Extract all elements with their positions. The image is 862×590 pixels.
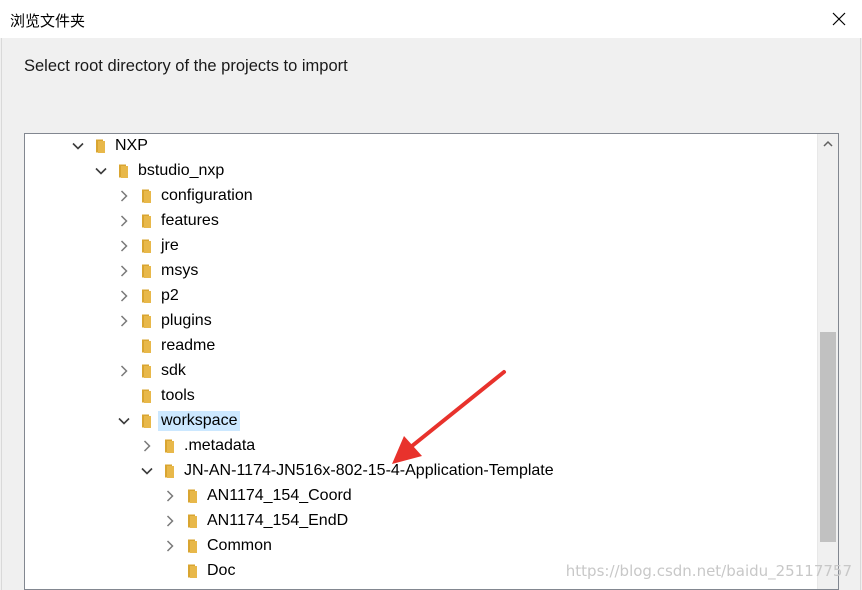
tree-item[interactable]: tools	[25, 384, 817, 409]
folder-icon	[163, 438, 179, 454]
folder-icon	[140, 388, 156, 404]
chevron-up-icon	[823, 140, 833, 147]
tree-item[interactable]: jre	[25, 234, 817, 259]
tree-item[interactable]: sdk	[25, 359, 817, 384]
tree-item[interactable]: p2	[25, 284, 817, 309]
folder-icon	[140, 363, 156, 379]
folder-icon	[94, 138, 110, 154]
chevron-down-icon[interactable]	[116, 413, 132, 429]
chevron-right-icon[interactable]	[116, 213, 132, 229]
folder-icon	[186, 563, 202, 579]
folder-icon	[140, 213, 156, 229]
chevron-right-icon[interactable]	[116, 363, 132, 379]
tree-item-label: p2	[161, 287, 179, 304]
tree-item-label: AN1174_154_EndD	[207, 512, 349, 529]
chevron-right-icon[interactable]	[162, 488, 178, 504]
watermark: https://blog.csdn.net/baidu_25117757	[565, 562, 852, 580]
tree-item-label: JN-AN-1174-JN516x-802-15-4-Application-T…	[184, 462, 554, 479]
tree-item-label: readme	[161, 337, 216, 354]
folder-icon	[140, 263, 156, 279]
tree-item[interactable]: readme	[25, 334, 817, 359]
tree-item-label: msys	[161, 262, 199, 279]
tree-item-label: tools	[161, 387, 195, 404]
folder-icon	[140, 288, 156, 304]
tree-item-label: .metadata	[184, 437, 256, 454]
close-button[interactable]	[816, 0, 862, 38]
folder-icon	[186, 488, 202, 504]
tree-item[interactable]: msys	[25, 259, 817, 284]
folder-icon	[140, 238, 156, 254]
close-icon	[832, 12, 846, 26]
window-title: 浏览文件夹	[10, 13, 86, 30]
tree-item[interactable]: bstudio_nxp	[25, 159, 817, 184]
tree-item[interactable]: workspace	[25, 409, 817, 434]
folder-icon	[140, 188, 156, 204]
tree-item[interactable]: NXP	[25, 134, 817, 159]
tree-item-label: sdk	[161, 362, 186, 379]
folder-icon	[140, 313, 156, 329]
tree-item-label: Doc	[207, 562, 236, 579]
tree-item-label: bstudio_nxp	[138, 162, 225, 179]
tree-item-label: workspace	[158, 411, 241, 431]
tree-item-label: configuration	[161, 187, 253, 204]
tree-item[interactable]: AN1174_154_EndD	[25, 509, 817, 534]
folder-tree[interactable]: NXP bstudio_nxp configuration features jre ms…	[24, 133, 839, 590]
chevron-right-icon[interactable]	[162, 513, 178, 529]
folder-icon	[140, 413, 156, 429]
tree-item[interactable]: features	[25, 209, 817, 234]
tree-item-label: AN1174_154_Coord	[207, 487, 352, 504]
chevron-right-icon[interactable]	[116, 288, 132, 304]
tree-item[interactable]: .metadata	[25, 434, 817, 459]
folder-icon	[186, 538, 202, 554]
tree-item[interactable]	[25, 584, 817, 589]
chevron-right-icon[interactable]	[116, 313, 132, 329]
tree-item[interactable]: configuration	[25, 184, 817, 209]
vertical-scrollbar[interactable]	[817, 134, 838, 589]
tree-item[interactable]: plugins	[25, 309, 817, 334]
tree-item-label: plugins	[161, 312, 212, 329]
title-bar: 浏览文件夹	[0, 0, 862, 38]
tree-item-label: features	[161, 212, 219, 229]
tree-item-label: jre	[161, 237, 179, 254]
chevron-right-icon[interactable]	[116, 238, 132, 254]
folder-icon	[117, 163, 133, 179]
tree-item-label: NXP	[115, 137, 148, 154]
chevron-right-icon[interactable]	[139, 438, 155, 454]
chevron-right-icon[interactable]	[116, 263, 132, 279]
chevron-down-icon[interactable]	[139, 463, 155, 479]
folder-icon	[140, 338, 156, 354]
tree-item[interactable]: Common	[25, 534, 817, 559]
chevron-right-icon[interactable]	[162, 538, 178, 554]
folder-icon	[186, 513, 202, 529]
chevron-down-icon[interactable]	[70, 138, 86, 154]
chevron-down-icon[interactable]	[93, 163, 109, 179]
tree-item[interactable]: AN1174_154_Coord	[25, 484, 817, 509]
chevron-right-icon[interactable]	[116, 188, 132, 204]
folder-icon	[163, 463, 179, 479]
tree-item[interactable]: JN-AN-1174-JN516x-802-15-4-Application-T…	[25, 459, 817, 484]
scroll-up-button[interactable]	[818, 134, 838, 154]
instruction-text: Select root directory of the projects to…	[24, 57, 348, 75]
scroll-thumb[interactable]	[820, 332, 836, 542]
tree-item-label: Common	[207, 537, 272, 554]
